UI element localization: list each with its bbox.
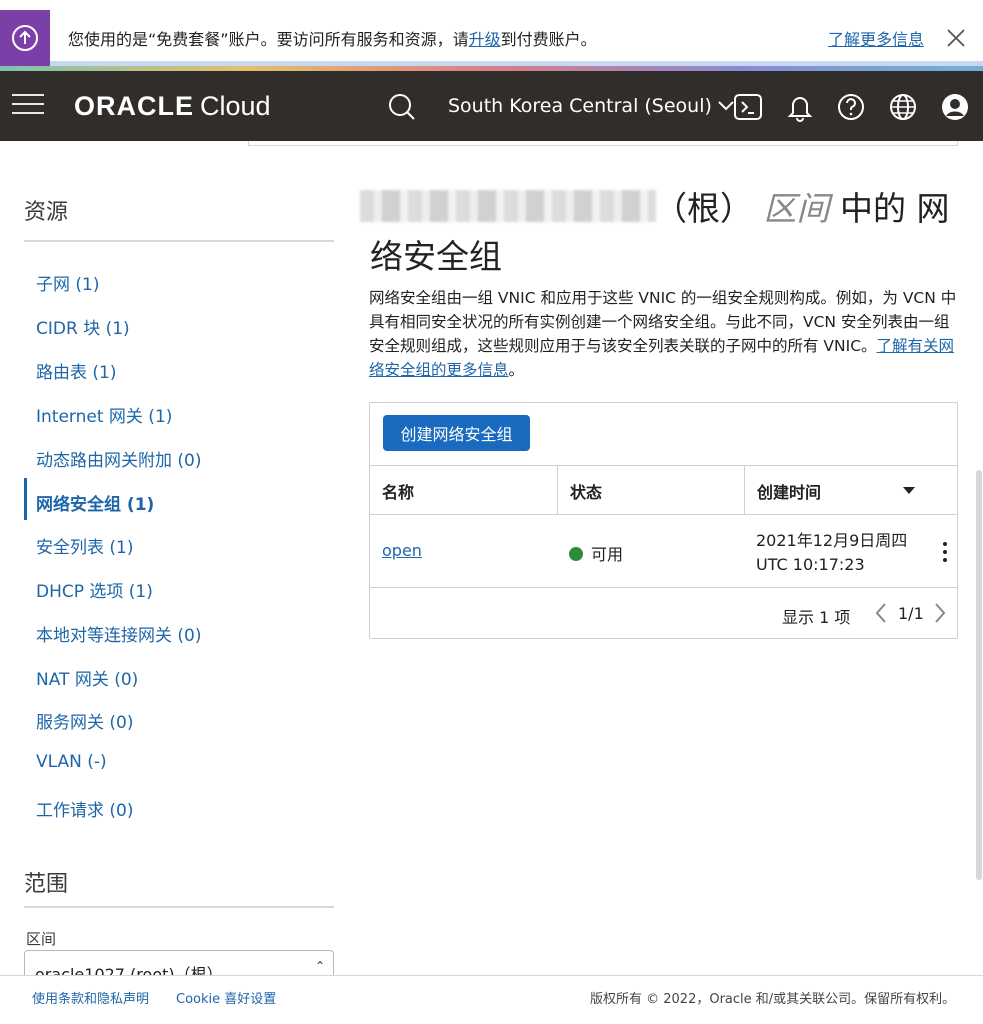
cloud-shell-icon[interactable] (733, 92, 763, 122)
learn-more-link[interactable]: 了解更多信息 (828, 26, 924, 50)
notifications-bell-icon[interactable] (785, 92, 815, 122)
nsg-name-cell: open (382, 541, 422, 560)
sidebar-item-nat-gateways[interactable]: NAT 网关 (0) (36, 665, 138, 690)
title-suffix: 中的 网 (840, 189, 950, 228)
sidebar-item-service-gateways[interactable]: 服务网关 (0) (36, 708, 133, 733)
upgrade-link[interactable]: 升级 (469, 30, 501, 49)
sidebar-item-internet-gateways[interactable]: Internet 网关 (1) (36, 402, 172, 427)
sidebar-item-security-lists[interactable]: 安全列表 (1) (36, 533, 133, 558)
status-text: 可用 (591, 545, 624, 564)
banner-message: 您使用的是“免费套餐”账户。要访问所有服务和资源，请升级到付费账户。 (68, 26, 597, 50)
resources-heading: 资源 (24, 200, 69, 225)
logo-cloud: Cloud (200, 91, 271, 121)
sidebar-item-local-peering-gateways[interactable]: 本地对等连接网关 (0) (36, 621, 201, 646)
chevron-down-icon (718, 101, 734, 111)
sidebar-item-network-security-groups[interactable]: 网络安全组 (1) (36, 490, 154, 515)
table-row: open 可用 2021年12月9日周四 UTC 10:17:23 (370, 515, 957, 588)
sidebar-item-vlans[interactable]: VLAN (-) (36, 752, 107, 772)
table-pagination: 显示 1 项 1/1 (370, 589, 957, 639)
scope-heading: 范围 (24, 872, 69, 897)
active-indicator (24, 478, 27, 520)
column-header-created[interactable]: 创建时间 (744, 466, 957, 515)
nsg-status-cell: 可用 (569, 541, 623, 565)
row-actions-kebab-icon[interactable] (943, 542, 949, 562)
title-root: （根） (654, 189, 753, 228)
scope-divider (24, 906, 334, 908)
column-header-name[interactable]: 名称 (370, 466, 557, 515)
page-title-line1: （根） 区间 中的 网 (654, 182, 950, 230)
compartment-label: 区间 (26, 930, 57, 948)
chevron-right-icon[interactable] (932, 602, 948, 624)
created-header-label: 创建时间 (757, 482, 822, 502)
oracle-cloud-logo[interactable]: ORACLE Cloud (74, 91, 271, 122)
user-profile-icon[interactable] (940, 92, 970, 122)
upgrade-icon (0, 10, 50, 66)
title-compartment-word: 区间 (763, 189, 830, 228)
page-footer: 使用条款和隐私声明 Cookie 喜好设置 版权所有 © 2022，Oracle… (0, 975, 983, 1024)
created-date: 2021年12月9日周四 (756, 531, 908, 550)
announcement-banner: 您使用的是“免费套餐”账户。要访问所有服务和资源，请升级到付费账户。 了解更多信… (0, 0, 983, 66)
hamburger-menu-icon[interactable] (12, 94, 44, 116)
chevron-left-icon[interactable] (873, 602, 889, 624)
terms-privacy-link[interactable]: 使用条款和隐私声明 (32, 988, 149, 1007)
description-end: 。 (508, 361, 525, 379)
sidebar-item-dhcp-options[interactable]: DHCP 选项 (1) (36, 577, 153, 602)
logo-oracle: ORACLE (74, 91, 194, 121)
close-icon[interactable] (944, 26, 968, 50)
region-label: South Korea Central (Seoul) (448, 95, 712, 117)
page-scrollbar[interactable] (976, 470, 982, 880)
column-header-status[interactable]: 状态 (557, 466, 744, 515)
sidebar-item-work-requests[interactable]: 工作请求 (0) (36, 796, 133, 821)
language-globe-icon[interactable] (888, 92, 918, 122)
top-content-edge (248, 141, 958, 146)
resources-divider (24, 240, 334, 242)
banner-text-after: 到付费账户。 (500, 30, 597, 49)
copyright-text: 版权所有 © 2022，Oracle 和/或其关联公司。保留所有权利。 (590, 992, 956, 1007)
create-nsg-button[interactable]: 创建网络安全组 (383, 415, 530, 451)
created-time: UTC 10:17:23 (756, 555, 865, 574)
region-selector[interactable]: South Korea Central (Seoul) (448, 95, 734, 117)
nsg-table-panel: 创建网络安全组 名称 状态 创建时间 open 可用 2021年12月9日周四 … (369, 402, 958, 639)
pagination-page: 1/1 (898, 604, 924, 623)
banner-text-before: 您使用的是“免费套餐”账户。要访问所有服务和资源，请 (68, 30, 469, 49)
nsg-created-cell: 2021年12月9日周四 UTC 10:17:23 (756, 529, 907, 577)
search-icon[interactable] (387, 92, 417, 122)
redacted-compartment-name (360, 190, 656, 222)
description-text: 网络安全组由一组 VNIC 和应用于这些 VNIC 的一组安全规则构成。例如，为… (369, 289, 957, 355)
page-title-line2: 络安全组 (370, 237, 502, 276)
pagination-count: 显示 1 项 (782, 608, 851, 627)
page-description: 网络安全组由一组 VNIC 和应用于这些 VNIC 的一组安全规则构成。例如，为… (369, 286, 959, 382)
help-icon[interactable] (836, 92, 866, 122)
status-available-icon (569, 547, 583, 561)
sidebar-item-cidr-blocks[interactable]: CIDR 块 (1) (36, 314, 130, 339)
sidebar-item-subnets[interactable]: 子网 (1) (36, 270, 99, 295)
table-header: 名称 状态 创建时间 (370, 465, 957, 515)
sidebar-item-route-tables[interactable]: 路由表 (1) (36, 358, 116, 383)
nsg-name-link[interactable]: open (382, 541, 422, 560)
sort-descending-icon[interactable] (903, 487, 915, 494)
cookie-preferences-link[interactable]: Cookie 喜好设置 (176, 988, 276, 1007)
sidebar-item-drg-attachments[interactable]: 动态路由网关附加 (0) (36, 446, 201, 471)
top-header: ORACLE Cloud South Korea Central (Seoul) (0, 71, 983, 141)
